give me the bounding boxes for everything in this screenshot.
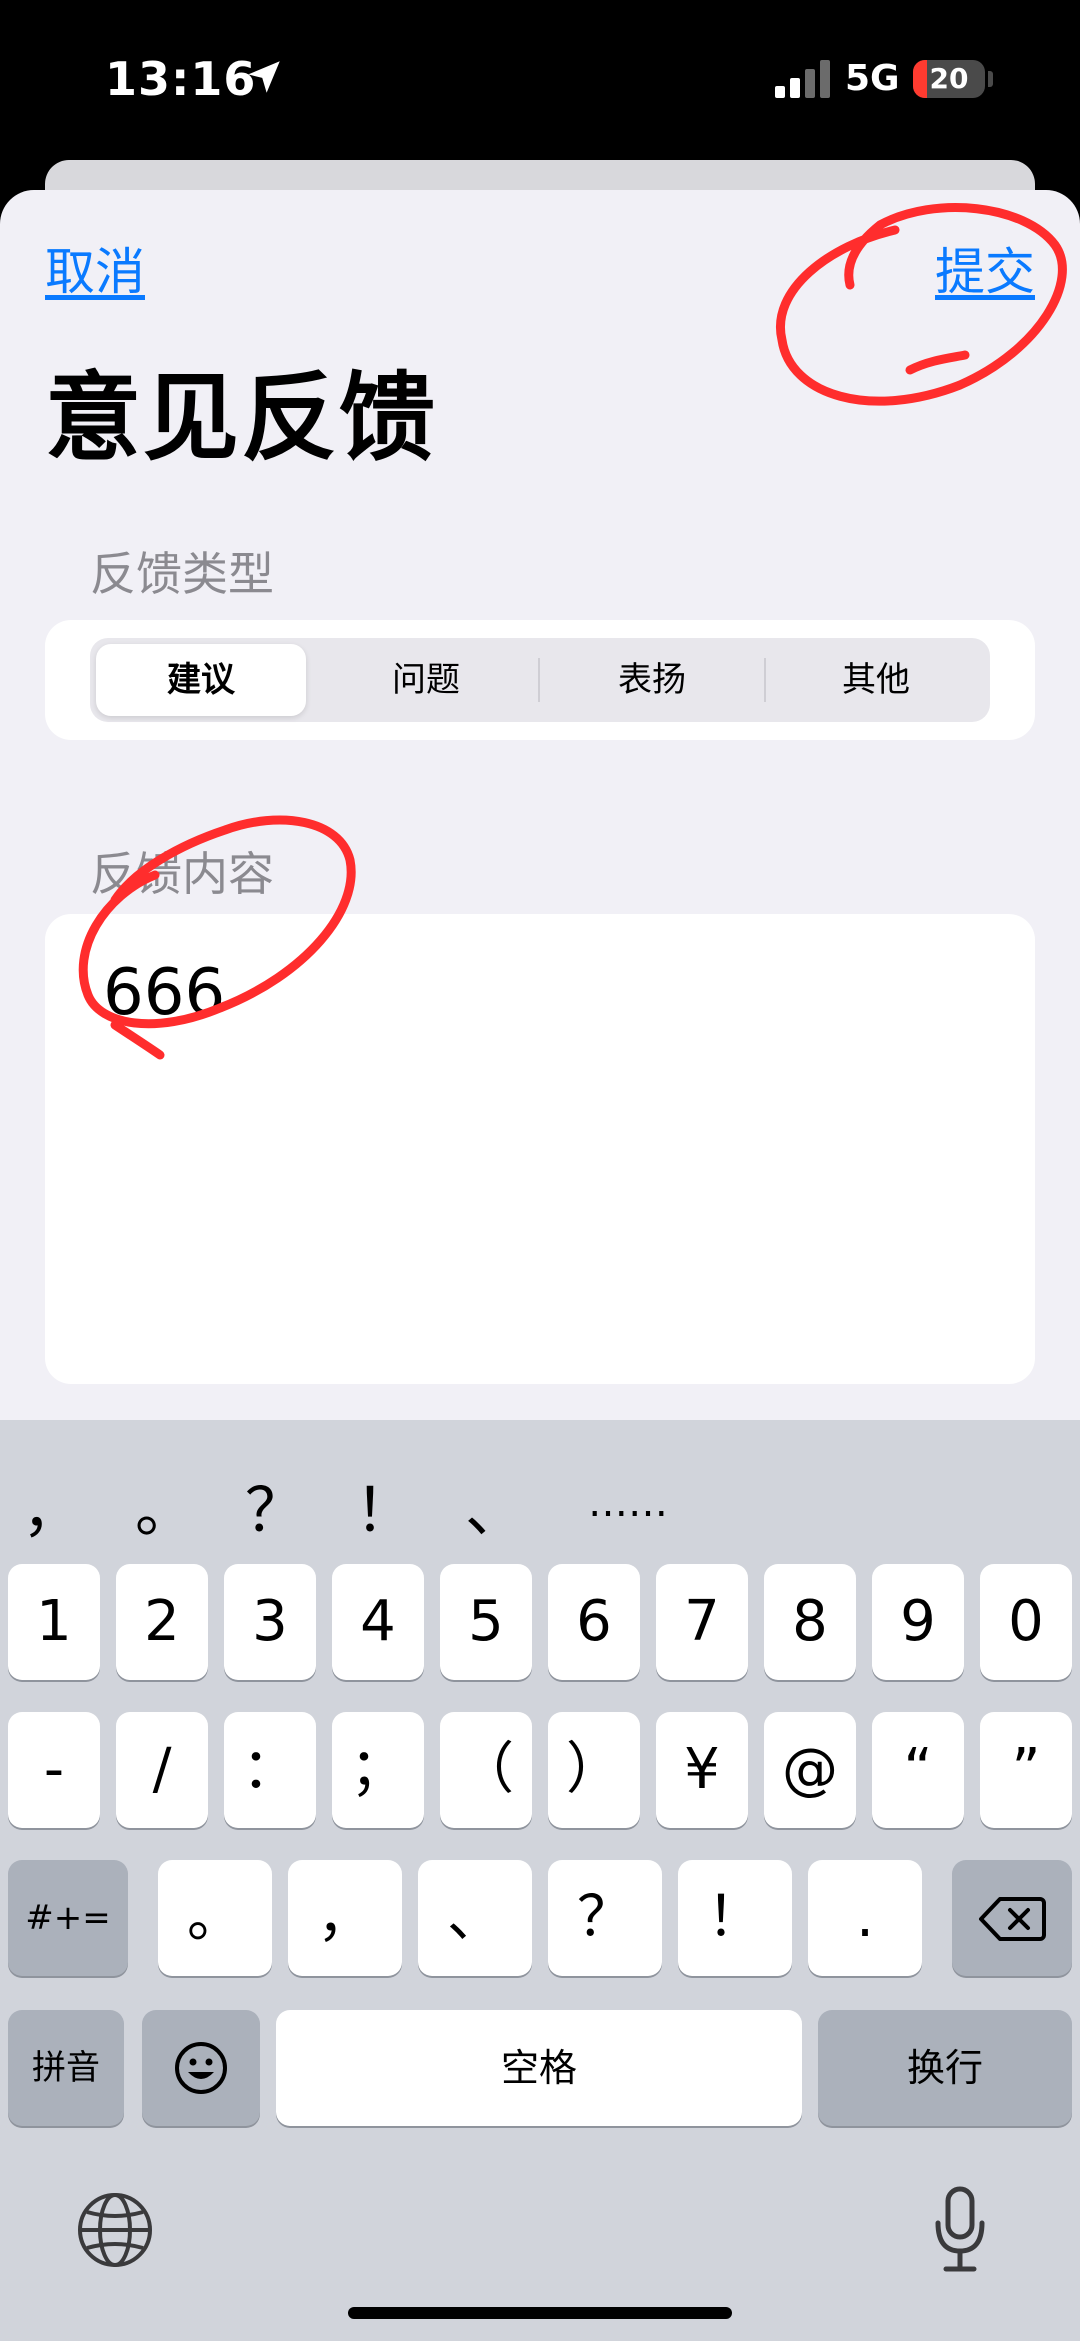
- key-left-quote[interactable]: “: [872, 1712, 964, 1828]
- segment-other[interactable]: 其他: [768, 644, 984, 716]
- key-3[interactable]: 3: [224, 1564, 316, 1680]
- key-hyphen[interactable]: -: [8, 1712, 100, 1828]
- key-semicolon[interactable]: ；: [332, 1712, 424, 1828]
- key-5[interactable]: 5: [440, 1564, 532, 1680]
- annotation-circle-submit: [776, 203, 1067, 406]
- key-2[interactable]: 2: [116, 1564, 208, 1680]
- candidate-exclamation[interactable]: ！: [355, 1462, 415, 1549]
- segment-divider: [538, 658, 540, 702]
- feedback-content-label: 反馈内容: [90, 847, 274, 901]
- microphone-icon[interactable]: [930, 2185, 990, 2275]
- key-yen[interactable]: ¥: [656, 1712, 748, 1828]
- feedback-content-textarea[interactable]: 666: [45, 914, 1035, 1384]
- key-dot[interactable]: .: [808, 1860, 922, 1976]
- key-right-paren[interactable]: ）: [548, 1712, 640, 1828]
- segment-praise[interactable]: 表扬: [542, 644, 762, 716]
- emoji-icon: [175, 2042, 227, 2094]
- candidate-period[interactable]: 。: [135, 1462, 195, 1549]
- key-backspace[interactable]: [952, 1860, 1072, 1976]
- cellular-signal-icon: [775, 60, 830, 98]
- keyboard: ， 。 ？ ！ 、 …… 1 2 3 4 5 6 7 8 9 0 - / ： ；…: [0, 1420, 1080, 2341]
- key-left-paren[interactable]: （: [440, 1712, 532, 1828]
- key-cn-period[interactable]: 。: [158, 1860, 272, 1976]
- key-exclamation[interactable]: ！: [678, 1860, 792, 1976]
- battery-icon: 20: [913, 60, 985, 98]
- key-space[interactable]: 空格: [276, 2010, 802, 2126]
- home-indicator: [348, 2307, 732, 2319]
- candidate-question[interactable]: ？: [245, 1462, 305, 1549]
- segment-suggestion[interactable]: 建议: [96, 644, 306, 716]
- feedback-type-label: 反馈类型: [90, 547, 274, 601]
- feedback-content-text: 666: [103, 956, 226, 1030]
- key-enumeration-comma[interactable]: 、: [418, 1860, 532, 1976]
- key-7[interactable]: 7: [656, 1564, 748, 1680]
- key-cn-comma[interactable]: ，: [288, 1860, 402, 1976]
- network-type: 5G: [845, 58, 900, 99]
- key-0[interactable]: 0: [980, 1564, 1072, 1680]
- candidate-comma[interactable]: ，: [22, 1462, 82, 1549]
- battery-percent: 20: [929, 62, 969, 95]
- globe-icon[interactable]: [75, 2190, 155, 2270]
- key-8[interactable]: 8: [764, 1564, 856, 1680]
- key-9[interactable]: 9: [872, 1564, 964, 1680]
- key-1[interactable]: 1: [8, 1564, 100, 1680]
- key-4[interactable]: 4: [332, 1564, 424, 1680]
- key-more-symbols[interactable]: #+=: [8, 1860, 128, 1976]
- feedback-type-segmented-control: 建议 问题 表扬 其他: [90, 638, 990, 722]
- key-question[interactable]: ？: [548, 1860, 662, 1976]
- submit-button[interactable]: 提交: [935, 232, 1035, 304]
- cancel-button[interactable]: 取消: [45, 232, 145, 304]
- segment-divider: [764, 658, 766, 702]
- key-emoji[interactable]: [142, 2010, 260, 2126]
- location-arrow-icon: [248, 61, 280, 93]
- feedback-type-card: 建议 问题 表扬 其他: [45, 620, 1035, 740]
- key-at[interactable]: @: [764, 1712, 856, 1828]
- battery-nub: [988, 71, 993, 87]
- key-colon[interactable]: ：: [224, 1712, 316, 1828]
- feedback-sheet: 取消 提交 意见反馈 反馈类型 建议 问题 表扬 其他 反馈内容 666: [0, 190, 1080, 1420]
- segment-problem[interactable]: 问题: [316, 644, 536, 716]
- key-6[interactable]: 6: [548, 1564, 640, 1680]
- status-bar: 13:16 5G 20: [0, 0, 1080, 160]
- page-title: 意见反馈: [45, 362, 437, 474]
- key-slash[interactable]: /: [116, 1712, 208, 1828]
- backspace-icon: [979, 1897, 1046, 1941]
- key-return[interactable]: 换行: [818, 2010, 1072, 2126]
- status-time: 13:16: [105, 52, 257, 106]
- key-pinyin[interactable]: 拼音: [8, 2010, 124, 2126]
- key-right-quote[interactable]: ”: [980, 1712, 1072, 1828]
- candidate-enumeration-comma[interactable]: 、: [465, 1462, 525, 1549]
- candidate-ellipsis[interactable]: ……: [588, 1480, 668, 1526]
